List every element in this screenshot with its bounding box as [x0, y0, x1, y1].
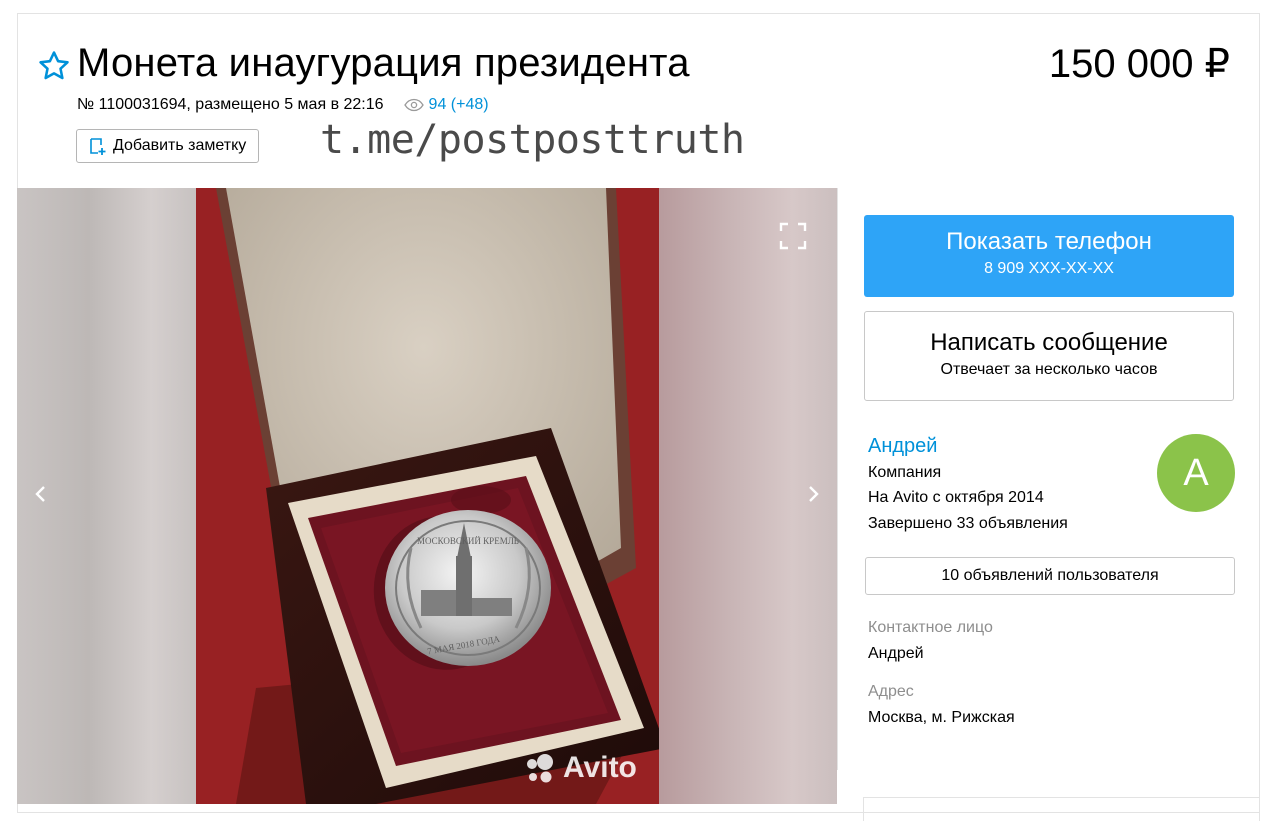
avito-logo-icon: [527, 754, 553, 783]
add-note-icon: [90, 138, 106, 155]
gallery-next-arrow-icon[interactable]: [803, 484, 823, 504]
phone-masked: 8 909 XXX-XX-XX: [984, 260, 1114, 277]
write-message-label: Написать сообщение: [930, 329, 1168, 356]
show-phone-button[interactable]: Показать телефон 8 909 XXX-XX-XX: [864, 215, 1234, 297]
listing-header: Монета инаугурация президента 150 000 ₽ …: [17, 13, 1260, 188]
avatar[interactable]: А: [1157, 434, 1235, 512]
seller-listings-button[interactable]: 10 объявлений пользователя: [865, 557, 1235, 595]
avito-watermark-text: Avito: [563, 751, 637, 784]
sidebar-bottom-block: [863, 797, 1260, 821]
seller-completed: Завершено 33 объявления: [868, 515, 1068, 532]
address-label: Адрес: [868, 683, 914, 700]
photo-gallery[interactable]: МОСКОВСКИЙ КРЕМЛЬ 7 МАЯ 2018 ГОДА Avito: [17, 188, 837, 804]
contact-person-value: Андрей: [868, 645, 924, 662]
response-time: Отвечает за несколько часов: [940, 361, 1158, 378]
write-message-button[interactable]: Написать сообщение Отвечает за несколько…: [864, 311, 1234, 401]
add-note-label: Добавить заметку: [113, 137, 247, 154]
seller-type: Компания: [868, 464, 942, 481]
contact-person-label: Контактное лицо: [868, 619, 993, 636]
favorite-star-icon[interactable]: [37, 49, 71, 83]
channel-watermark: t.me/postposttruth: [320, 117, 745, 163]
listing-price: 150 000 ₽: [1048, 42, 1230, 86]
listing-photo[interactable]: МОСКОВСКИЙ КРЕМЛЬ 7 МАЯ 2018 ГОДА: [196, 188, 659, 804]
eye-icon: [403, 98, 424, 112]
listing-meta: № 1100031694, размещено 5 мая в 22:16 94…: [77, 96, 489, 114]
coin-text-top: МОСКОВСКИЙ КРЕМЛЬ: [417, 536, 519, 546]
add-note-button[interactable]: Добавить заметку: [76, 129, 260, 163]
listing-title: Монета инаугурация президента: [77, 41, 690, 85]
views-count[interactable]: 94 (+48): [429, 96, 489, 114]
gallery-prev-arrow-icon[interactable]: [31, 484, 51, 504]
contact-sidebar: Показать телефон 8 909 XXX-XX-XX Написат…: [837, 188, 1260, 770]
seller-since: На Avito с октября 2014: [868, 489, 1044, 506]
show-phone-label: Показать телефон: [946, 228, 1152, 255]
listing-number-date: № 1100031694, размещено 5 мая в 22:16: [77, 96, 384, 113]
avito-watermark: Avito: [523, 751, 637, 785]
seller-name-link[interactable]: Андрей: [868, 435, 937, 458]
fullscreen-icon[interactable]: [779, 222, 807, 250]
address-value: Москва, м. Рижская: [868, 709, 1015, 726]
